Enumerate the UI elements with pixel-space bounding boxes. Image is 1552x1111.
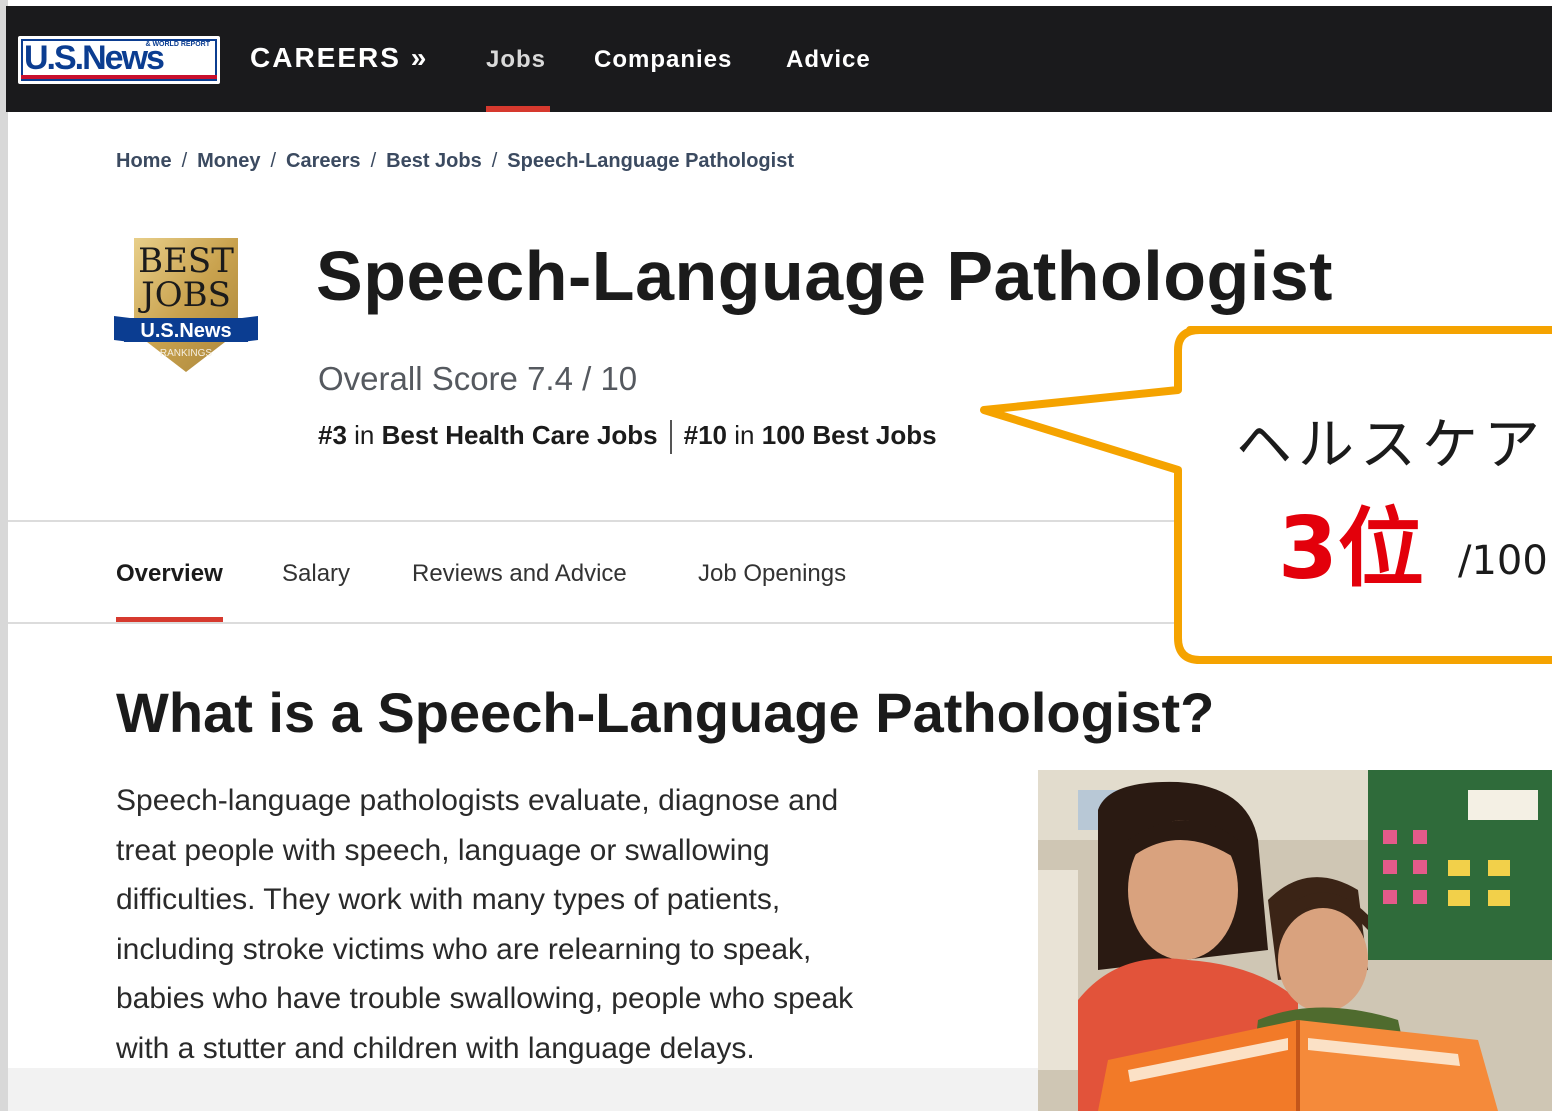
badge-brand: U.S.News [140,320,231,342]
nav-careers[interactable]: CAREERS » [250,42,428,74]
description-line: with a stutter and children with languag… [116,1031,755,1065]
nav-active-indicator [486,106,550,112]
badge-line2: JOBS [138,275,231,315]
breadcrumb-best-jobs[interactable]: Best Jobs [386,150,482,172]
breadcrumb-separator: / [270,150,277,172]
rank1-number: #3 [318,420,347,450]
description-line: treat people with speech, language or sw… [116,833,770,867]
page-title: Speech-Language Pathologist [316,237,1333,315]
best-jobs-badge: BEST JOBS U.S.News RANKINGS [114,238,258,372]
logo-red-stripe [21,75,217,79]
tab-job-openings[interactable]: Job Openings [698,560,846,588]
callout-label: ヘルスケア [1236,413,1546,478]
tab-reviews-and-advice[interactable]: Reviews and Advice [412,560,627,588]
callout-rank: 3位 [1278,499,1424,599]
usnews-logo[interactable]: U.S.News & WORLD REPORT [18,36,220,84]
breadcrumb-current: Speech-Language Pathologist [507,150,794,172]
description-text: Speech-language pathologists evaluate, d… [116,776,956,1074]
ranking-line: #3 in Best Health Care Jobs #10 in 100 Be… [318,420,937,455]
callout-subtext: /100 [1458,538,1548,584]
logo-text: U.S.News [24,39,165,77]
rank-divider [669,420,672,455]
tab-salary[interactable]: Salary [282,560,350,588]
breadcrumb: Home / Money / Careers / Best Jobs / Speech-Lang… [116,150,794,173]
breadcrumb-home[interactable]: Home [116,150,172,172]
tab-overview[interactable]: Overview [116,560,223,588]
rank2-number: #10 [683,420,728,450]
teacher-reading-photo [1038,770,1552,1111]
breadcrumb-separator: / [370,150,377,172]
nav-jobs[interactable]: Jobs [486,46,546,74]
description-line: difficulties. They work with many types … [116,883,781,917]
callout-bubble [980,326,1552,664]
description-line: including stroke victims who are relearn… [116,932,812,966]
nav-advice[interactable]: Advice [786,46,871,74]
overall-score: Overall Score 7.4 / 10 [318,360,638,397]
breadcrumb-careers[interactable]: Careers [286,150,361,172]
breadcrumb-money[interactable]: Money [197,150,260,172]
rank2-category[interactable]: 100 Best Jobs [762,420,937,450]
rank1-in: in [354,420,375,450]
section-heading: What is a Speech-Language Pathologist? [116,681,1215,744]
logo-subtext: & WORLD REPORT [145,41,210,48]
rank2-in: in [734,420,755,450]
breadcrumb-separator: / [491,150,498,172]
rank1-category[interactable]: Best Health Care Jobs [382,420,658,450]
nav-companies[interactable]: Companies [594,46,732,74]
badge-ribbon: RANKINGS [160,348,213,359]
divider-tabs [8,622,1552,624]
description-line: Speech-language pathologists evaluate, d… [116,784,839,817]
description-line: babies who have trouble swallowing, peop… [116,982,854,1016]
breadcrumb-separator: / [181,150,188,172]
top-navbar: U.S.News & WORLD REPORT CAREERS » Jobs C… [6,6,1552,112]
frame-edge [0,0,8,1111]
